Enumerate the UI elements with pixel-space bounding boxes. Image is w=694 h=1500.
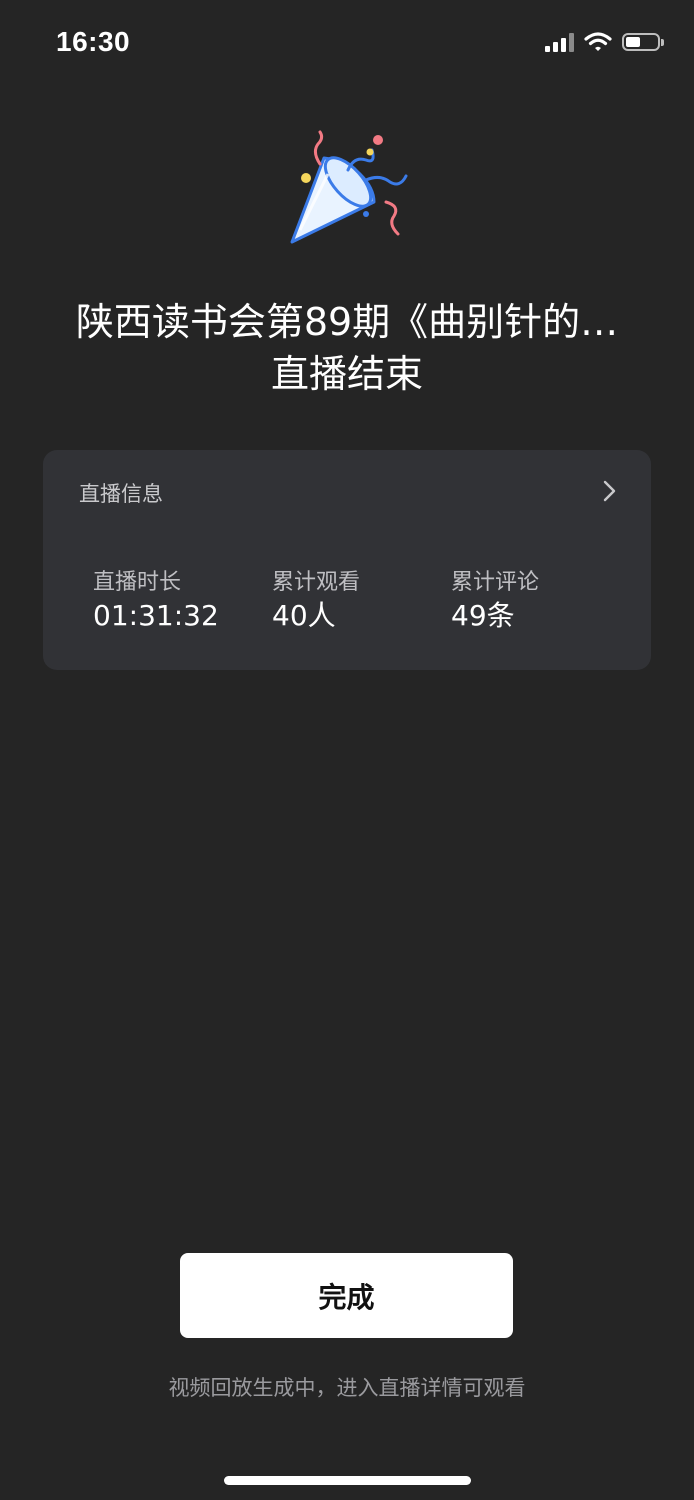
replay-hint: 视频回放生成中，进入直播详情可观看 <box>168 1376 526 1400</box>
status-icons <box>545 32 664 52</box>
title-line-1: 陕西读书会第89期《曲别针的… <box>75 300 619 344</box>
home-indicator[interactable] <box>224 1476 471 1485</box>
live-info-title: 直播信息 <box>79 482 163 506</box>
stat-label: 累计观看 <box>272 570 361 595</box>
stat-value: 40人 <box>272 599 336 632</box>
done-button[interactable]: 完成 <box>180 1253 513 1338</box>
battery-icon <box>622 33 664 51</box>
title-line-2: 直播结束 <box>270 352 423 396</box>
chevron-right-icon <box>603 480 616 502</box>
status-time: 16:30 <box>56 26 131 57</box>
cellular-signal-icon <box>545 32 574 52</box>
stat-label: 累计评论 <box>451 570 540 595</box>
live-info-card: 直播信息 <box>43 450 651 670</box>
page-title: 陕西读书会第89期《曲别针的… 直播结束 <box>0 296 694 400</box>
stat-value: 49条 <box>451 599 515 632</box>
stat-duration: 直播时长 01:31:32 <box>93 568 219 634</box>
stat-viewers: 累计观看 40人 <box>272 568 360 634</box>
live-info-header[interactable]: 直播信息 <box>43 450 651 532</box>
stat-comments: 累计评论 49条 <box>451 568 539 634</box>
stat-value: 01:31:32 <box>93 599 219 632</box>
stat-label: 直播时长 <box>93 570 182 595</box>
wifi-icon <box>584 32 612 51</box>
party-popper-icon <box>290 130 408 244</box>
status-bar: 16:30 <box>0 0 694 88</box>
